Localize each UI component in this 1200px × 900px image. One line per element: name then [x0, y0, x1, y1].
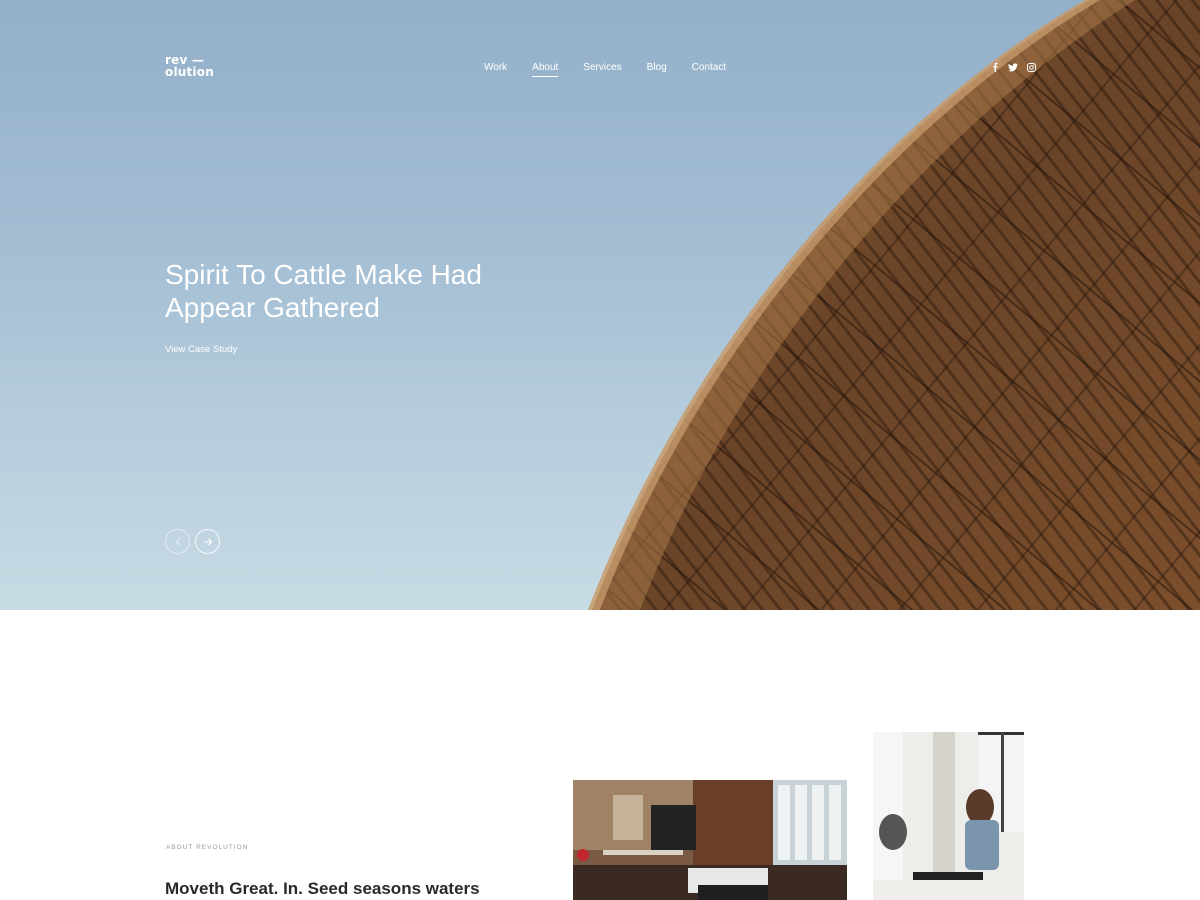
- main-nav: Work About Services Blog Contact: [484, 62, 751, 77]
- slider-prev-button[interactable]: [165, 529, 190, 554]
- section-eyebrow: ABOUT REVOLUTION: [166, 844, 249, 851]
- social-links: [990, 62, 1036, 72]
- slider-next-button[interactable]: [195, 529, 220, 554]
- hero-slider: rev — olution Work About Services Blog C…: [0, 0, 1200, 610]
- nav-item-about[interactable]: About: [532, 62, 559, 77]
- office-photo: [573, 780, 847, 900]
- hero-title: Spirit To Cattle Make Had Appear Gathere…: [165, 259, 482, 323]
- nav-item-services[interactable]: Services: [583, 62, 621, 77]
- nav-item-work[interactable]: Work: [484, 62, 507, 77]
- chevron-left-icon: [175, 538, 180, 545]
- woman-working-photo: [873, 732, 1024, 900]
- nav-item-blog[interactable]: Blog: [647, 62, 667, 77]
- view-case-study-link[interactable]: View Case Study: [165, 344, 237, 355]
- facebook-icon[interactable]: [990, 62, 1000, 72]
- instagram-icon[interactable]: [1026, 62, 1036, 72]
- arrow-right-icon: [203, 538, 212, 545]
- twitter-icon[interactable]: [1008, 62, 1018, 72]
- logo-line-2: olution: [165, 65, 214, 79]
- brand-logo[interactable]: rev — olution: [165, 54, 214, 78]
- about-heading: Moveth Great. In. Seed seasons waters: [165, 879, 480, 898]
- nav-item-contact[interactable]: Contact: [692, 62, 726, 77]
